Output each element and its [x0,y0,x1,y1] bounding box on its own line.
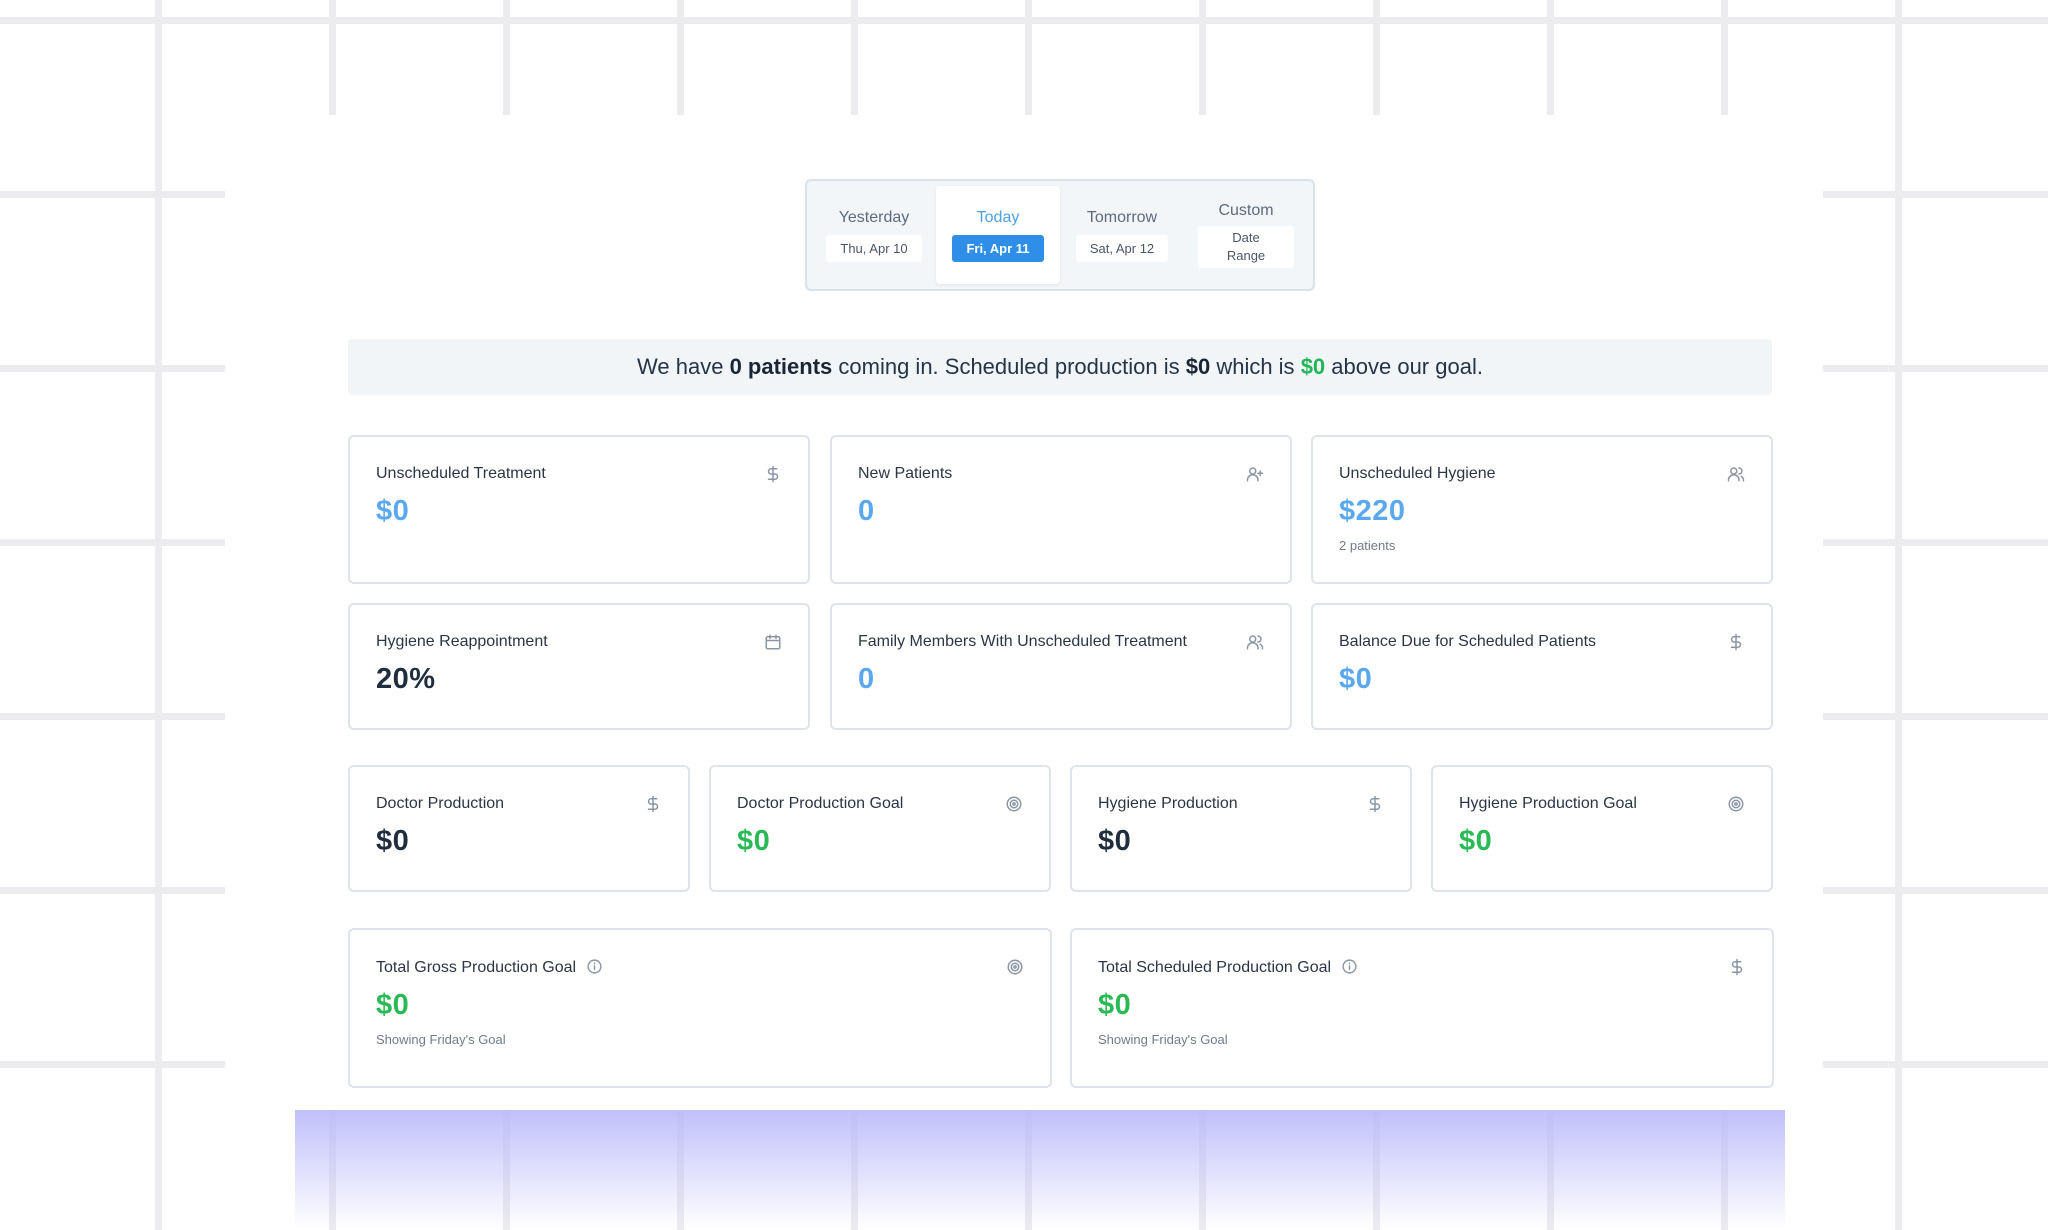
summary-part: We have [637,354,730,379]
card-value: $0 [376,495,410,527]
card-value: $220 [1339,495,1406,527]
card-value: $0 [1098,989,1132,1021]
users-icon [1246,633,1264,651]
card-subtext: Showing Friday's Goal [1098,1032,1228,1047]
card-label: New Patients [858,465,953,482]
tab-date: Sat, Apr 12 [1075,234,1169,262]
dollar-icon [1728,958,1746,976]
card-label: Hygiene Reappointment [376,633,548,650]
summary-part: which is [1210,354,1301,379]
card-balance-due[interactable]: Balance Due for Scheduled Patients $0 [1311,603,1773,730]
card-label: Balance Due for Scheduled Patients [1339,633,1597,650]
tab-label: Custom [1218,202,1274,219]
tab-label: Yesterday [838,208,910,226]
card-doctor-production[interactable]: Doctor Production $0 [348,765,690,892]
card-unscheduled-hygiene[interactable]: Unscheduled Hygiene $220 2 patients [1311,435,1773,584]
summary-part: above our goal. [1325,354,1483,379]
card-label: Total Gross Production Goal [376,959,577,976]
card-label-row: Total Gross Production Goal [376,958,1024,977]
bottom-glow [295,1110,1785,1230]
card-value: 0 [858,495,875,527]
card-label: Hygiene Production [1098,795,1238,812]
card-value: $0 [376,989,410,1021]
calendar-icon [764,633,782,651]
summary-banner: We have 0 patients coming in. Scheduled … [348,339,1772,395]
summary-part: coming in. Scheduled production is [832,354,1186,379]
dashboard-panel: Yesterday Thu, Apr 10 Today Fri, Apr 11 … [225,115,1823,1110]
tab-label: Tomorrow [1086,208,1158,226]
card-family-members[interactable]: Family Members With Unscheduled Treatmen… [830,603,1292,730]
card-label: Family Members With Unscheduled Treatmen… [858,633,1187,650]
card-label-row: Total Scheduled Production Goal [1098,958,1746,977]
card-total-gross-production-goal[interactable]: Total Gross Production Goal $0 Showing F… [348,928,1052,1088]
card-unscheduled-treatment[interactable]: Unscheduled Treatment $0 [348,435,810,584]
summary-above-goal: $0 [1300,354,1326,379]
card-label: Total Scheduled Production Goal [1098,959,1332,976]
card-subtext: Showing Friday's Goal [376,1032,506,1047]
summary-patients: 0 patients [729,354,833,379]
dollar-icon [764,465,782,483]
card-label: Unscheduled Hygiene [1339,465,1496,482]
users-icon [1727,465,1745,483]
card-label: Hygiene Production Goal [1459,795,1637,812]
card-value: $0 [1459,825,1493,857]
card-doctor-production-goal[interactable]: Doctor Production Goal $0 [709,765,1051,892]
summary-text: We have 0 patients coming in. Scheduled … [637,354,1483,380]
target-icon [1006,958,1024,976]
card-label: Doctor Production Goal [737,795,904,812]
card-hygiene-production-goal[interactable]: Hygiene Production Goal $0 [1431,765,1773,892]
summary-production: $0 [1185,354,1211,379]
tab-custom[interactable]: Custom Date Range [1184,186,1308,284]
tab-date-range: Date Range [1198,226,1294,268]
card-hygiene-production[interactable]: Hygiene Production $0 [1070,765,1412,892]
card-total-scheduled-production-goal[interactable]: Total Scheduled Production Goal $0 Showi… [1070,928,1774,1088]
tab-label: Today [976,208,1020,226]
tab-date: Thu, Apr 10 [826,234,922,262]
card-subtext: 2 patients [1339,538,1396,553]
card-label: Doctor Production [376,795,505,812]
tab-date: Fri, Apr 11 [952,234,1044,262]
card-value: 20% [376,663,436,695]
dollar-icon [1727,633,1745,651]
info-icon[interactable] [586,958,603,975]
dollar-icon [644,795,662,813]
dollar-icon [1366,795,1384,813]
card-value: $0 [1339,663,1373,695]
card-value: $0 [737,825,771,857]
card-value: $0 [1098,825,1132,857]
tab-tomorrow[interactable]: Tomorrow Sat, Apr 12 [1060,186,1184,284]
card-new-patients[interactable]: New Patients 0 [830,435,1292,584]
target-icon [1005,795,1023,813]
card-value: $0 [376,825,410,857]
card-hygiene-reappointment[interactable]: Hygiene Reappointment 20% [348,603,810,730]
date-selector: Yesterday Thu, Apr 10 Today Fri, Apr 11 … [805,179,1315,291]
user-plus-icon [1246,465,1264,483]
info-icon[interactable] [1341,958,1358,975]
tab-today[interactable]: Today Fri, Apr 11 [936,186,1060,284]
target-icon [1727,795,1745,813]
tab-yesterday[interactable]: Yesterday Thu, Apr 10 [812,186,936,284]
card-value: 0 [858,663,875,695]
card-label: Unscheduled Treatment [376,465,546,482]
